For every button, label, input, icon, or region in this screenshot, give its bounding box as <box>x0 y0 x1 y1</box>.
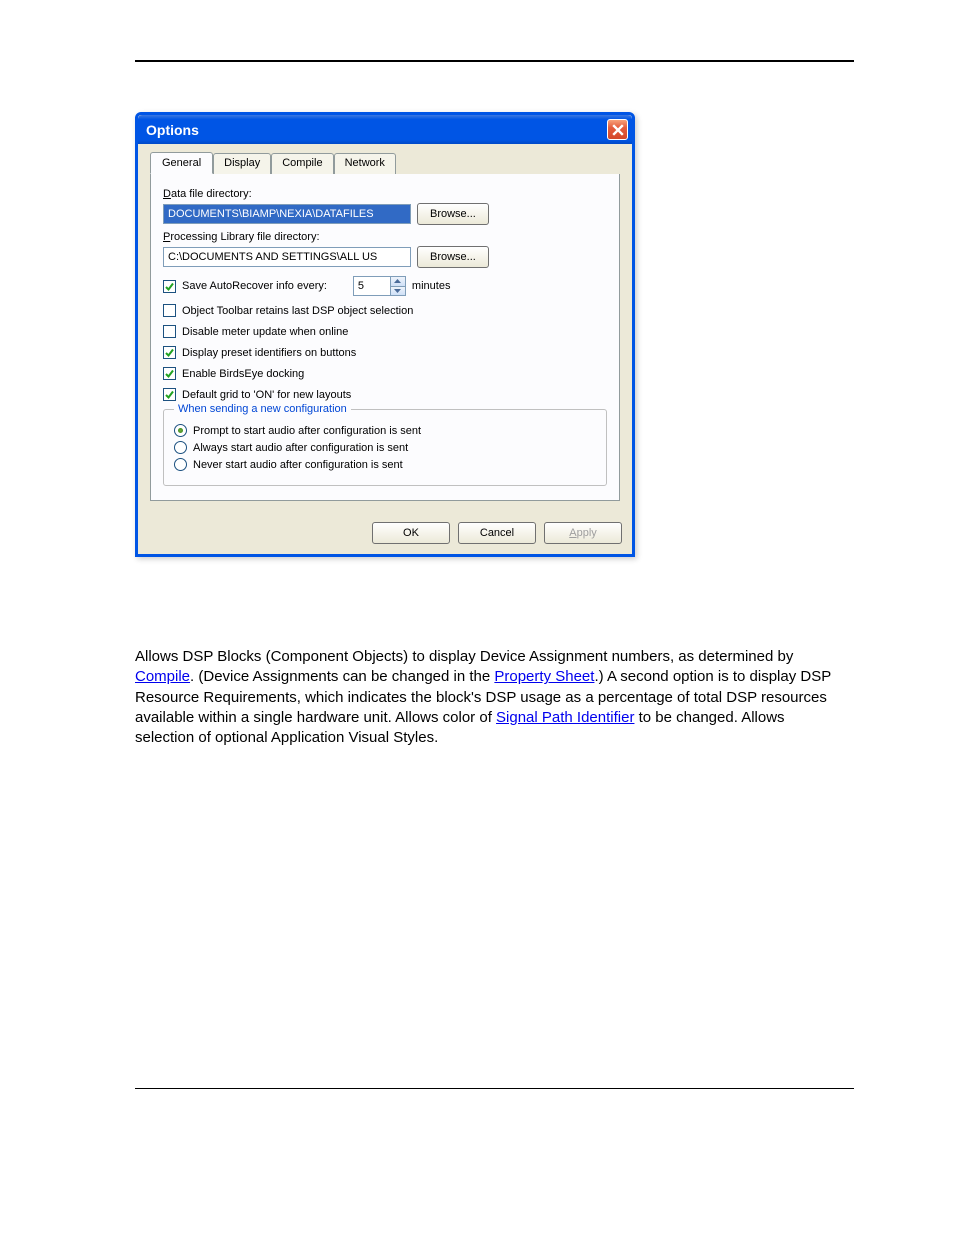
autorecover-label: Save AutoRecover info every: <box>182 280 327 292</box>
chevron-down-icon <box>394 289 401 293</box>
general-tab-panel: Data file directory: Browse... Processin… <box>150 174 620 501</box>
tab-network[interactable]: Network <box>334 153 396 175</box>
browse-button-1[interactable]: Browse... <box>417 203 489 225</box>
tab-general[interactable]: General <box>150 152 213 174</box>
autorecover-value[interactable] <box>354 277 390 295</box>
options-dialog: Options General Display Compile Network … <box>135 112 635 557</box>
lib-dir-label: Processing Library file directory: <box>163 231 607 243</box>
disable-meter-label: Disable meter update when online <box>182 326 348 338</box>
radio-prompt-label: Prompt to start audio after configuratio… <box>193 425 421 437</box>
preset-id-label: Display preset identifiers on buttons <box>182 347 356 359</box>
apply-button[interactable]: Apply <box>544 522 622 544</box>
top-horizontal-rule <box>135 60 854 62</box>
spinner-down[interactable] <box>391 287 405 296</box>
tab-strip: General Display Compile Network <box>150 152 620 175</box>
send-config-fieldset: When sending a new configuration Prompt … <box>163 409 607 486</box>
autorecover-spinner[interactable] <box>353 276 406 296</box>
tab-compile[interactable]: Compile <box>271 153 333 175</box>
radio-always[interactable] <box>174 441 187 454</box>
description-paragraph: Allows DSP Blocks (Component Objects) to… <box>135 647 835 748</box>
dialog-title: Options <box>146 122 199 138</box>
default-grid-label: Default grid to 'ON' for new layouts <box>182 389 351 401</box>
disable-meter-checkbox[interactable] <box>163 325 176 338</box>
dialog-body: General Display Compile Network Data fil… <box>138 144 632 512</box>
bottom-horizontal-rule <box>135 1088 854 1089</box>
radio-never[interactable] <box>174 458 187 471</box>
para-text-1: Allows DSP Blocks (Component Objects) to… <box>135 648 793 665</box>
spinner-up[interactable] <box>391 277 405 287</box>
default-grid-checkbox[interactable] <box>163 388 176 401</box>
titlebar[interactable]: Options <box>138 115 632 144</box>
toolbar-retain-label: Object Toolbar retains last DSP object s… <box>182 305 413 317</box>
radio-prompt[interactable] <box>174 424 187 437</box>
birdseye-checkbox[interactable] <box>163 367 176 380</box>
autorecover-checkbox[interactable] <box>163 280 176 293</box>
preset-id-checkbox[interactable] <box>163 346 176 359</box>
chevron-up-icon <box>394 279 401 283</box>
tab-display[interactable]: Display <box>213 153 271 175</box>
radio-never-label: Never start audio after configuration is… <box>193 459 403 471</box>
compile-link[interactable]: Compile <box>135 668 190 685</box>
dialog-footer: OK Cancel Apply <box>138 512 632 554</box>
birdseye-label: Enable BirdsEye docking <box>182 368 304 380</box>
data-file-dir-input[interactable] <box>163 204 411 224</box>
toolbar-retain-checkbox[interactable] <box>163 304 176 317</box>
minutes-label: minutes <box>412 280 451 292</box>
ok-button[interactable]: OK <box>372 522 450 544</box>
data-file-dir-label: Data file directory: <box>163 188 607 200</box>
para-text-2: . (Device Assignments can be changed in … <box>190 668 494 685</box>
property-sheet-link[interactable]: Property Sheet <box>494 668 594 685</box>
autorecover-row: Save AutoRecover info every: minutes <box>163 276 607 296</box>
close-button[interactable] <box>607 119 628 140</box>
close-icon <box>612 124 624 136</box>
fieldset-legend: When sending a new configuration <box>174 403 351 415</box>
browse-button-2[interactable]: Browse... <box>417 246 489 268</box>
signal-path-identifier-link[interactable]: Signal Path Identifier <box>496 709 634 726</box>
lib-dir-input[interactable] <box>163 247 411 267</box>
radio-always-label: Always start audio after configuration i… <box>193 442 408 454</box>
cancel-button[interactable]: Cancel <box>458 522 536 544</box>
